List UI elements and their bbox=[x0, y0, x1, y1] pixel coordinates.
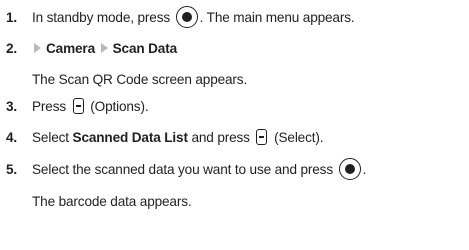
menu-option-scanned-data-list: Scanned Data List bbox=[72, 130, 188, 145]
step-text: Select the scanned data you want to use … bbox=[32, 162, 333, 177]
step-number: 2. bbox=[6, 41, 18, 56]
step-text: . bbox=[362, 162, 367, 177]
step-text: and press bbox=[191, 130, 250, 145]
step-text: Press bbox=[32, 99, 66, 114]
step-text: In standby mode, press bbox=[32, 10, 171, 25]
menu-path-scan-data: Scan Data bbox=[112, 41, 178, 56]
step-5-note: The barcode data appears. bbox=[32, 194, 192, 209]
step-number: 5. bbox=[6, 162, 18, 177]
left-soft-key-icon bbox=[72, 98, 84, 115]
center-key-icon bbox=[175, 6, 198, 29]
step-text: (Select). bbox=[274, 130, 324, 145]
menu-path-camera: Camera bbox=[46, 41, 95, 56]
step-number: 4. bbox=[6, 130, 18, 145]
step-2-note: The Scan QR Code screen appears. bbox=[32, 72, 248, 87]
left-soft-key-icon bbox=[256, 129, 268, 146]
menu-arrow-icon bbox=[100, 43, 108, 54]
step-number: 1. bbox=[6, 10, 18, 25]
step-text: (Options). bbox=[90, 99, 149, 114]
center-key-icon bbox=[338, 158, 361, 181]
menu-arrow-icon bbox=[34, 43, 41, 54]
step-text: . The main menu appears. bbox=[199, 10, 355, 25]
step-number: 3. bbox=[6, 99, 18, 114]
step-text: Select bbox=[32, 130, 69, 145]
